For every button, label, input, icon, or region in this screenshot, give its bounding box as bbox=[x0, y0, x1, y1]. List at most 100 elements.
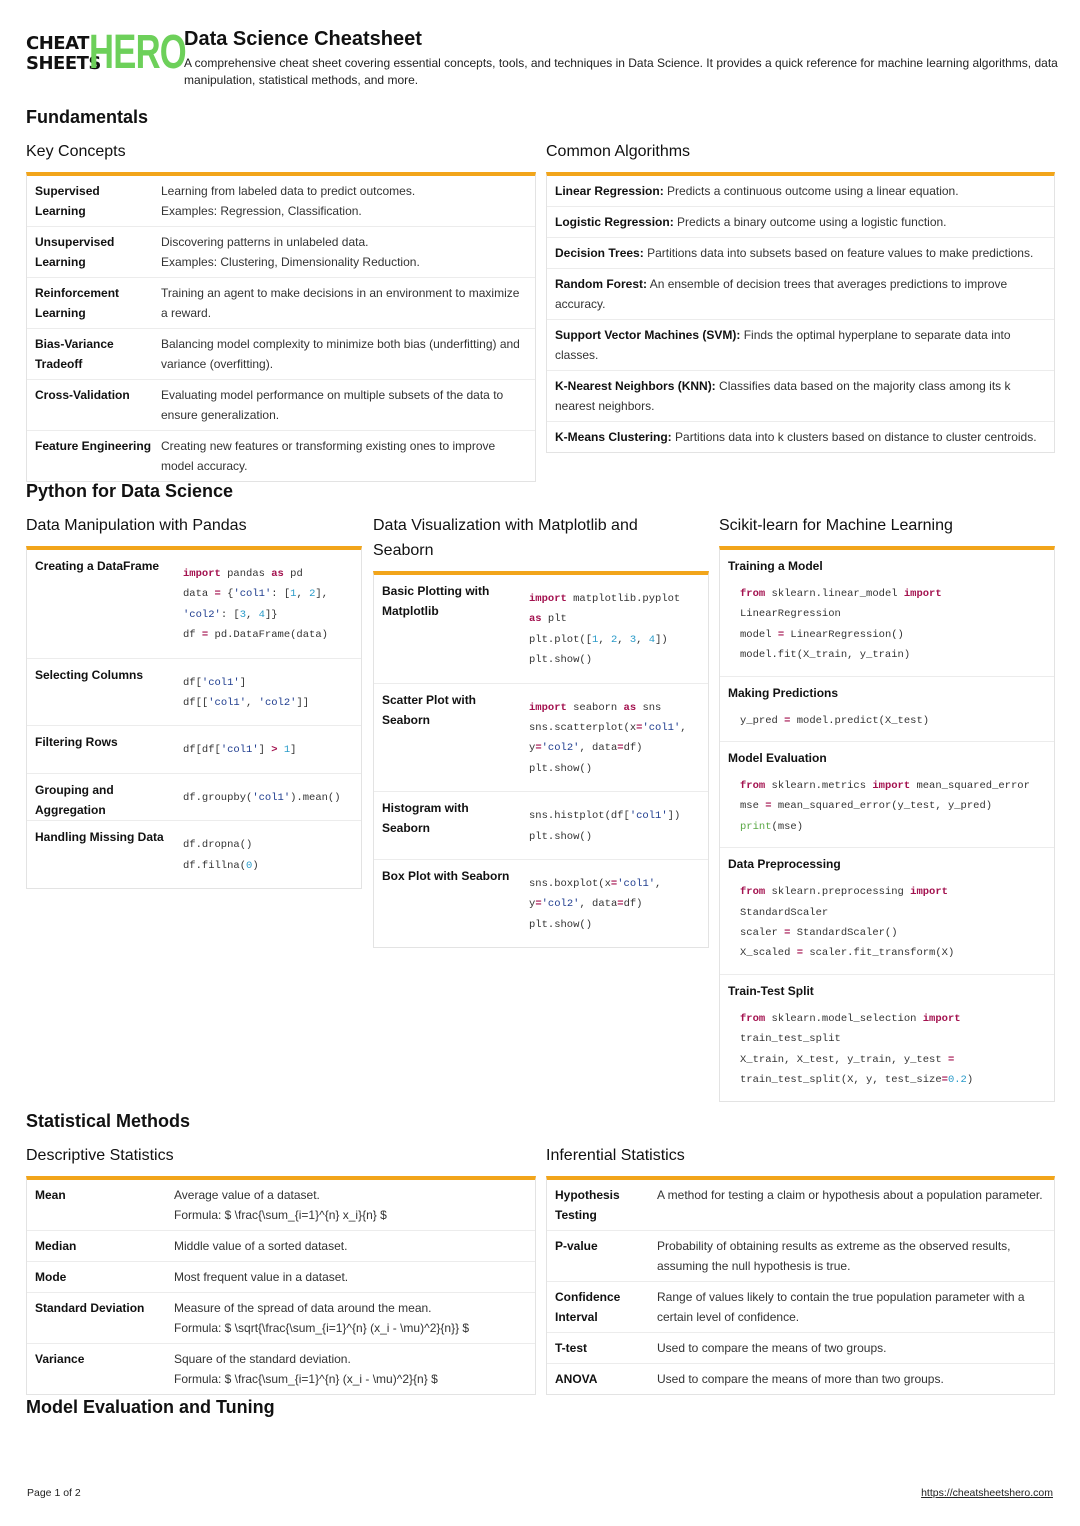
pandas-row: Grouping and Aggregation df.groupby('col1… bbox=[27, 774, 361, 822]
descriptive-card: Mean Average value of a dataset. Formula: … bbox=[26, 1176, 536, 1395]
stat-term: Variance bbox=[35, 1352, 85, 1366]
pandas-term: Selecting Columns bbox=[35, 667, 144, 682]
key-concepts-title: Key Concepts bbox=[26, 143, 126, 160]
pandas-row: Creating a DataFrame import pandas as pd … bbox=[27, 550, 361, 659]
sklearn-row: Model Evaluation from sklearn.metrics imp… bbox=[720, 742, 1054, 849]
algorithm-row: Linear Regression: Predicts a continuous… bbox=[547, 176, 1054, 207]
common-algorithms-card: Linear Regression: Predicts a continuous… bbox=[546, 172, 1055, 453]
section-python-title: Python for Data Science bbox=[26, 481, 234, 501]
concept-description: Balancing model complexity to minimize b… bbox=[161, 329, 535, 379]
stat-description: Used to compare the means of more than t… bbox=[657, 1372, 944, 1386]
pandas-code: df.dropna() df.fillna(0) bbox=[183, 839, 259, 872]
concept-desc-line: Learning from labeled data to predict ou… bbox=[161, 184, 416, 198]
algorithm-row: Logistic Regression: Predicts a binary o… bbox=[547, 207, 1054, 238]
concept-desc-line: Creating new features or transforming ex… bbox=[161, 439, 496, 473]
section-fundamentals-title: Fundamentals bbox=[26, 107, 149, 127]
algorithm-name: Random Forest: bbox=[555, 277, 648, 291]
algorithm-description: Partitions data into k clusters based on… bbox=[675, 430, 1037, 444]
stat-description: Most frequent value in a dataset. bbox=[174, 1262, 356, 1292]
pandas-title: Data Manipulation with Pandas bbox=[26, 517, 247, 534]
page-subtitle: A comprehensive cheat sheet covering ess… bbox=[184, 56, 1058, 87]
pandas-code: import pandas as pd data = {'col1': [1, … bbox=[183, 568, 328, 642]
algorithm-name: Support Vector Machines (SVM): bbox=[555, 328, 741, 342]
stat-description: Range of values likely to contain the tr… bbox=[657, 1290, 1025, 1324]
sklearn-term: Train-Test Split bbox=[728, 983, 814, 998]
sklearn-code: from sklearn.linear_model import LinearR… bbox=[740, 588, 942, 662]
viz-term: Box Plot with Seaborn bbox=[382, 869, 510, 884]
viz-row: Basic Plotting with Matplotlib import mat… bbox=[374, 575, 708, 684]
stat-description: Middle value of a sorted dataset. bbox=[174, 1231, 355, 1261]
algorithm-description: Predicts a binary outcome using a logist… bbox=[677, 215, 947, 229]
viz-row: Box Plot with Seaborn sns.boxplot(x='col1… bbox=[374, 860, 708, 947]
concept-description: Training an agent to make decisions in a… bbox=[161, 278, 535, 328]
inferential-title: Inferential Statistics bbox=[546, 1147, 685, 1164]
algorithm-name: K-Nearest Neighbors (KNN): bbox=[555, 379, 716, 393]
pandas-code: df.groupby('col1').mean() bbox=[183, 791, 341, 804]
key-concept-row: Bias-Variance Tradeoff Balancing model co… bbox=[27, 329, 535, 380]
algorithm-name: Decision Trees: bbox=[555, 246, 644, 260]
descriptive-title: Descriptive Statistics bbox=[26, 1147, 174, 1164]
stat-description: A method for testing a claim or hypothes… bbox=[657, 1188, 1043, 1202]
page-number: Page 1 of 2 bbox=[27, 1487, 81, 1499]
stat-formula: Formula: $ \sqrt{\frac{\sum_{i=1}^{n} (x… bbox=[174, 1321, 470, 1335]
pandas-term: Filtering Rows bbox=[35, 735, 118, 750]
concept-term: Reinforcement Learning bbox=[35, 286, 120, 320]
inferential-row: P-value Probability of obtaining results … bbox=[547, 1231, 1054, 1282]
concept-term: Supervised Learning bbox=[35, 184, 100, 218]
pandas-code: df['col1'] df[['col1', 'col2']] bbox=[183, 676, 310, 710]
key-concept-row: Supervised Learning Learning from labeled… bbox=[27, 176, 535, 227]
viz-term: Basic Plotting with Matplotlib bbox=[382, 584, 490, 618]
logo-hero: HERO bbox=[89, 26, 187, 79]
inferential-row: Hypothesis Testing A method for testing a… bbox=[547, 1180, 1054, 1231]
concept-desc-line: Examples: Regression, Classification. bbox=[161, 204, 362, 218]
sklearn-term: Data Preprocessing bbox=[728, 857, 841, 872]
algorithm-row: Decision Trees: Partitions data into sub… bbox=[547, 238, 1054, 269]
algorithm-row: K-Nearest Neighbors (KNN): Classifies da… bbox=[547, 371, 1054, 422]
pandas-row: Handling Missing Data df.dropna() df.fill… bbox=[27, 821, 361, 888]
stat-term: P-value bbox=[555, 1239, 598, 1253]
viz-row: Scatter Plot with Seaborn import seaborn … bbox=[374, 684, 708, 793]
concept-term: Feature Engineering bbox=[35, 439, 152, 453]
section-model-eval-title: Model Evaluation and Tuning bbox=[26, 1397, 275, 1417]
sklearn-row: Training a Model from sklearn.linear_mode… bbox=[720, 550, 1054, 677]
pandas-term: Grouping and Aggregation bbox=[35, 782, 114, 817]
pandas-term: Creating a DataFrame bbox=[35, 559, 160, 573]
sklearn-code: from sklearn.preprocessing import Standa… bbox=[740, 886, 955, 960]
descriptive-row: Standard Deviation Measure of the spread … bbox=[27, 1293, 535, 1344]
concept-description: Evaluating model performance on multiple… bbox=[161, 380, 535, 430]
pandas-card: Creating a DataFrame import pandas as pd … bbox=[26, 546, 362, 890]
concept-description: Discovering patterns in unlabeled data. E… bbox=[161, 227, 428, 277]
page-title: Data Science Cheatsheet bbox=[184, 28, 422, 50]
stat-formula: Formula: $ \frac{\sum_{i=1}^{n} (x_i - \… bbox=[174, 1372, 438, 1386]
stat-term: ANOVA bbox=[555, 1372, 598, 1386]
pandas-row: Selecting Columns df['col1'] df[['col1', … bbox=[27, 659, 361, 727]
stat-description: Average value of a dataset. Formula: $ \f… bbox=[174, 1180, 395, 1230]
key-concept-row: Unsupervised Learning Discovering pattern… bbox=[27, 227, 535, 278]
key-concept-row: Reinforcement Learning Training an agent … bbox=[27, 278, 535, 329]
algorithm-name: Linear Regression: bbox=[555, 184, 664, 198]
inferential-row: Confidence Interval Range of values likel… bbox=[547, 1282, 1054, 1333]
stat-desc-line: Average value of a dataset. bbox=[174, 1188, 320, 1202]
inferential-row: T-test Used to compare the means of two g… bbox=[547, 1333, 1054, 1364]
site-link[interactable]: https://cheatsheetshero.com bbox=[921, 1487, 1053, 1499]
concept-desc-line: Training an agent to make decisions in a… bbox=[161, 286, 520, 320]
viz-card: Basic Plotting with Matplotlib import mat… bbox=[373, 571, 709, 949]
concept-term: Bias-Variance Tradeoff bbox=[35, 337, 114, 371]
concept-desc-line: Discovering patterns in unlabeled data. bbox=[161, 235, 369, 249]
inferential-card: Hypothesis Testing A method for testing a… bbox=[546, 1176, 1055, 1395]
algorithm-row: Support Vector Machines (SVM): Finds the… bbox=[547, 320, 1054, 371]
stat-formula: Formula: $ \frac{\sum_{i=1}^{n} x_i}{n} … bbox=[174, 1208, 387, 1222]
descriptive-row: Median Middle value of a sorted dataset. bbox=[27, 1231, 535, 1262]
cheatsheetshero-logo[interactable]: CHEAT SHEETS HERO bbox=[26, 29, 187, 78]
viz-code: import seaborn as sns sns.scatterplot(x=… bbox=[529, 701, 687, 775]
page-header: CHEAT SHEETS HERO Data Science Cheatshee… bbox=[26, 28, 1060, 92]
viz-code: sns.boxplot(x='col1', y='col2', data=df)… bbox=[529, 878, 662, 931]
sklearn-code: from sklearn.metrics import mean_squared… bbox=[740, 780, 1030, 833]
viz-title: Data Visualization with Matplotlib and S… bbox=[373, 517, 638, 559]
viz-row: Histogram with Seaborn sns.histplot(df['c… bbox=[374, 792, 708, 861]
stat-description: Probability of obtaining results as extr… bbox=[657, 1239, 1011, 1273]
section-statistics-title: Statistical Methods bbox=[26, 1111, 191, 1131]
descriptive-row: Variance Square of the standard deviation… bbox=[27, 1344, 535, 1394]
algorithm-name: Logistic Regression: bbox=[555, 215, 674, 229]
stat-description: Measure of the spread of data around the… bbox=[174, 1293, 477, 1343]
